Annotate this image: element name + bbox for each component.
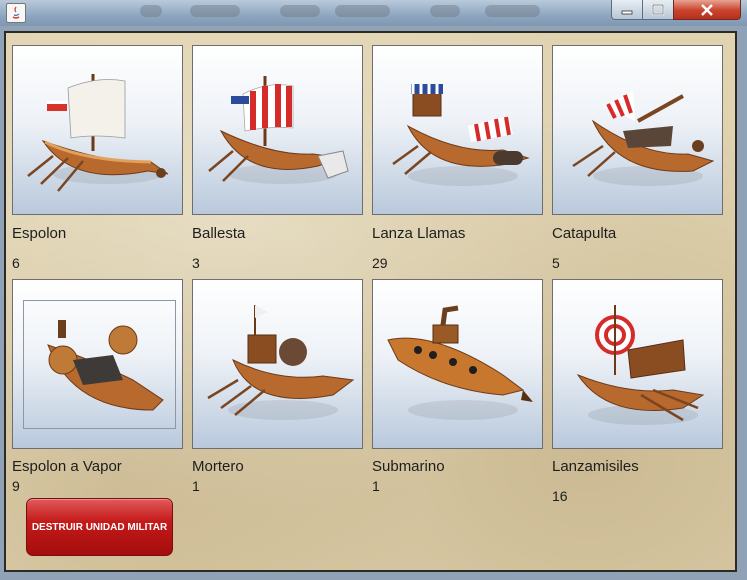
mortar-ship-icon xyxy=(207,305,355,420)
unit-name: Espolon xyxy=(12,225,67,242)
unit-name: Ballesta xyxy=(192,225,246,242)
unit-card-catapulta[interactable] xyxy=(552,45,723,215)
unit-card-lanzamisiles[interactable] xyxy=(552,279,723,449)
unit-card-lanza-llamas[interactable] xyxy=(372,45,543,215)
unit-card-mortero[interactable] xyxy=(192,279,363,449)
close-icon xyxy=(701,3,713,16)
ram-ship-icon xyxy=(27,74,169,192)
unit-card-submarino[interactable] xyxy=(372,279,543,449)
unit-name: Catapulta xyxy=(552,225,617,242)
unit-card-espolon[interactable] xyxy=(12,45,183,215)
java-icon[interactable] xyxy=(6,3,26,23)
catapult-ship-icon xyxy=(572,91,715,186)
steam-ram-ship-icon xyxy=(47,320,164,411)
unit-count: 1 xyxy=(372,478,380,494)
destroy-unit-button[interactable]: DESTRUIR UNIDAD MILITAR xyxy=(26,498,173,556)
minimize-button[interactable] xyxy=(611,0,643,20)
unit-name: Lanzamisiles xyxy=(552,458,639,475)
unit-count: 3 xyxy=(192,255,200,271)
submarine-icon xyxy=(387,305,533,420)
unit-count: 5 xyxy=(552,255,560,271)
close-button[interactable] xyxy=(673,0,741,20)
unit-card-ballesta[interactable] xyxy=(192,45,363,215)
title-bar xyxy=(0,0,747,26)
flamethrower-ship-icon xyxy=(392,84,530,186)
unit-card-espolon-a-vapor[interactable] xyxy=(12,279,183,449)
unit-count: 16 xyxy=(552,488,568,504)
unit-name: Submarino xyxy=(372,458,445,475)
minimize-icon xyxy=(621,10,633,14)
unit-name: Espolon a Vapor xyxy=(12,458,122,475)
unit-count: 1 xyxy=(192,478,200,494)
maximize-button[interactable] xyxy=(642,0,674,20)
unit-name: Mortero xyxy=(192,458,244,475)
unit-count: 29 xyxy=(372,255,388,271)
unit-count: 6 xyxy=(12,255,20,271)
missile-ship-icon xyxy=(576,305,705,425)
maximize-icon xyxy=(651,3,665,15)
ballista-ship-icon xyxy=(208,76,349,184)
unit-count: 9 xyxy=(12,478,20,494)
unit-name: Lanza Llamas xyxy=(372,225,466,242)
